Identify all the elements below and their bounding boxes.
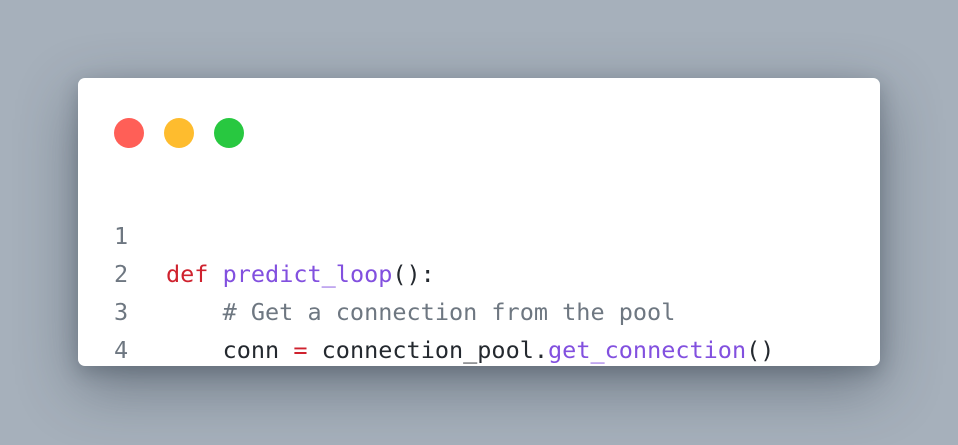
variable-token: conn [222, 336, 280, 364]
line-source: conn = connection_pool.get_connection() [166, 331, 775, 369]
code-line: 2 # Get a connection from the pool [78, 217, 880, 326]
punctuation-token: () [746, 336, 775, 364]
code-block: 1 def predict_loop(): 2 # Get a connecti… [78, 179, 880, 364]
object-token: connection_pool. [321, 336, 549, 364]
code-line: 4 [78, 293, 880, 364]
operator-token: = [293, 336, 308, 364]
window-controls [114, 118, 244, 148]
close-button[interactable] [114, 118, 144, 148]
code-line: 3 conn = connection_pool.get_connection(… [78, 255, 880, 364]
maximize-button[interactable] [214, 118, 244, 148]
line-number: 4 [114, 336, 129, 364]
code-window: 1 def predict_loop(): 2 # Get a connecti… [78, 78, 880, 366]
minimize-button[interactable] [164, 118, 194, 148]
indent-token [166, 336, 223, 364]
code-line: 1 def predict_loop(): [78, 179, 880, 288]
method-name-token: get_connection [548, 336, 747, 364]
